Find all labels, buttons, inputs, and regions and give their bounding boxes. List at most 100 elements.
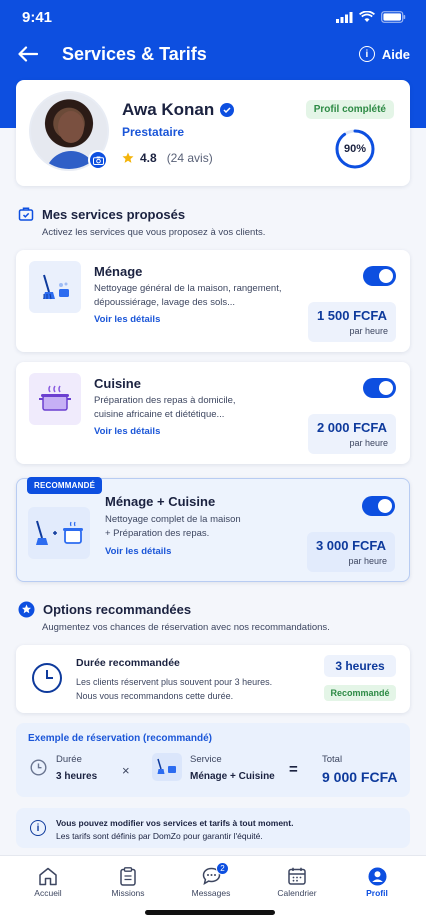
service-price: 3 000 FCFA: [315, 538, 387, 553]
service-desc-line: cuisine africaine et diététique...: [94, 409, 225, 420]
service-details-link[interactable]: Voir les détails: [94, 314, 160, 325]
service-price-unit: par heure: [348, 556, 387, 566]
service-card-menage: Ménage Nettoyage général de la maison, r…: [16, 250, 410, 352]
service-name: Cuisine: [94, 376, 141, 391]
star-icon: [122, 152, 134, 163]
service-price-unit: par heure: [349, 326, 388, 336]
recommended-duration-card[interactable]: Durée recommandée Les clients réservent …: [16, 645, 410, 713]
tab-accueil[interactable]: Accueil: [13, 864, 83, 898]
service-price: 2 000 FCFA: [316, 420, 388, 435]
service-toggle[interactable]: [363, 266, 396, 286]
service-toggle[interactable]: [362, 496, 395, 516]
service-name: Ménage: [94, 264, 143, 279]
battery-icon: [381, 11, 406, 23]
service-price-box: 1 500 FCFA par heure: [308, 302, 396, 342]
clock-icon: [30, 759, 47, 776]
booking-example-card: Exemple de réservation (recommandé) Duré…: [16, 723, 410, 797]
signal-icon: [336, 11, 353, 23]
wifi-icon: [359, 11, 375, 22]
profile-role: Prestataire: [122, 125, 185, 139]
service-description: Préparation des repas à domicile, cuisin…: [94, 394, 294, 422]
service-name: Ménage + Cuisine: [105, 494, 216, 509]
service-desc-line: Nettoyage complet de la maison: [105, 514, 241, 525]
user-icon: [368, 867, 386, 885]
tab-label: Missions: [111, 888, 145, 898]
tab-missions[interactable]: Missions: [93, 864, 163, 898]
calendar-icon: [288, 867, 306, 885]
service-description: Nettoyage complet de la maison + Prépara…: [105, 513, 305, 541]
info-icon: i: [30, 820, 46, 836]
service-desc-line: + Préparation des repas.: [105, 528, 210, 539]
change-photo-button[interactable]: [88, 150, 108, 170]
service-card-cuisine: Cuisine Préparation des repas à domicile…: [16, 362, 410, 464]
service-details-link[interactable]: Voir les détails: [105, 546, 171, 557]
tab-messages[interactable]: 2 Messages: [176, 862, 246, 898]
info-note: i Vous pouvez modifier vos services et t…: [16, 808, 410, 848]
back-button[interactable]: [16, 42, 40, 66]
options-section-subtitle: Augmentez vos chances de réservation ave…: [42, 622, 330, 633]
review-count: (24 avis): [166, 151, 213, 165]
options-title-text: Options recommandées: [43, 602, 192, 617]
service-value: Ménage + Cuisine: [190, 771, 275, 782]
services-section-subtitle: Activez les services que vous proposez à…: [42, 227, 266, 238]
equals-sign: =: [289, 761, 298, 778]
tab-profil[interactable]: Profil: [342, 864, 412, 898]
star-badge-icon: [18, 601, 35, 618]
service-price-box: 2 000 FCFA par heure: [308, 414, 396, 454]
tab-label: Profil: [366, 888, 388, 898]
verified-icon: [220, 103, 235, 117]
service-price: 1 500 FCFA: [316, 308, 388, 323]
option-desc-line: Les clients réservent plus souvent pour …: [76, 677, 273, 687]
status-bar: 9:41: [0, 0, 426, 34]
service-details-link[interactable]: Voir les détails: [94, 426, 160, 437]
service-price-unit: par heure: [349, 438, 388, 448]
total-value: 9 000 FCFA: [322, 769, 398, 785]
clock-icon: [32, 663, 62, 693]
top-nav: Services & Tarifs i Aide: [0, 36, 426, 72]
info-icon: i: [358, 46, 375, 62]
duration-value: 3 heures: [56, 771, 98, 782]
total-label: Total: [322, 754, 343, 765]
home-indicator: [145, 910, 275, 915]
service-desc-line: Nettoyage général de la maison, rangemen…: [94, 283, 282, 294]
home-icon: [39, 867, 57, 885]
clipboard-icon: [120, 866, 136, 886]
recommended-tag: RECOMMANDÉ: [27, 477, 103, 494]
cooking-pot-icon: [29, 373, 81, 425]
profile-card: Awa Konan Prestataire 4.8 (24 avis) Prof…: [16, 80, 410, 186]
briefcase-check-icon: [18, 207, 34, 221]
rating-value: 4.8: [140, 151, 157, 165]
option-desc-line: Nous vous recommandons cette durée.: [76, 691, 234, 701]
help-button[interactable]: i Aide: [358, 46, 410, 62]
completion-label: 90%: [343, 143, 367, 155]
service-description: Nettoyage général de la maison, rangemen…: [94, 282, 294, 310]
service-card-menage-cuisine: RECOMMANDÉ Ménage + Cuisine Nettoyage co…: [16, 477, 410, 582]
tab-calendrier[interactable]: Calendrier: [262, 864, 332, 898]
option-title: Durée recommandée: [76, 657, 180, 669]
services-title-text: Mes services proposés: [42, 206, 186, 222]
system-icons: [336, 11, 406, 23]
tab-label: Calendrier: [277, 888, 317, 898]
camera-icon: [92, 156, 104, 165]
service-label: Service: [190, 754, 222, 765]
recommended-badge: Recommandé: [324, 685, 396, 701]
option-description: Les clients réservent plus souvent pour …: [76, 675, 272, 703]
service-toggle[interactable]: [363, 378, 396, 398]
services-section-title: Mes services proposés: [18, 206, 185, 222]
duration-label: Durée: [56, 754, 82, 765]
info-text: Vous pouvez modifier vos services et tar…: [56, 817, 293, 843]
status-time: 9:41: [22, 8, 53, 26]
cleaning-icon: [29, 261, 81, 313]
multiply-sign: ×: [122, 763, 130, 778]
profile-rating: 4.8 (24 avis): [122, 151, 213, 165]
service-desc-line: dépoussiérage, lavage des sols...: [94, 297, 236, 308]
example-title: Exemple de réservation (recommandé): [28, 733, 212, 744]
profile-complete-badge: Profil complété: [305, 100, 394, 119]
help-label: Aide: [381, 46, 410, 62]
service-price-box: 3 000 FCFA par heure: [307, 532, 395, 572]
service-mini-icon: [152, 753, 182, 781]
arrow-left-icon: [18, 46, 38, 62]
avatar-face: [58, 111, 84, 143]
info-line: Vous pouvez modifier vos services et tar…: [56, 818, 294, 828]
tab-label: Accueil: [34, 888, 62, 898]
